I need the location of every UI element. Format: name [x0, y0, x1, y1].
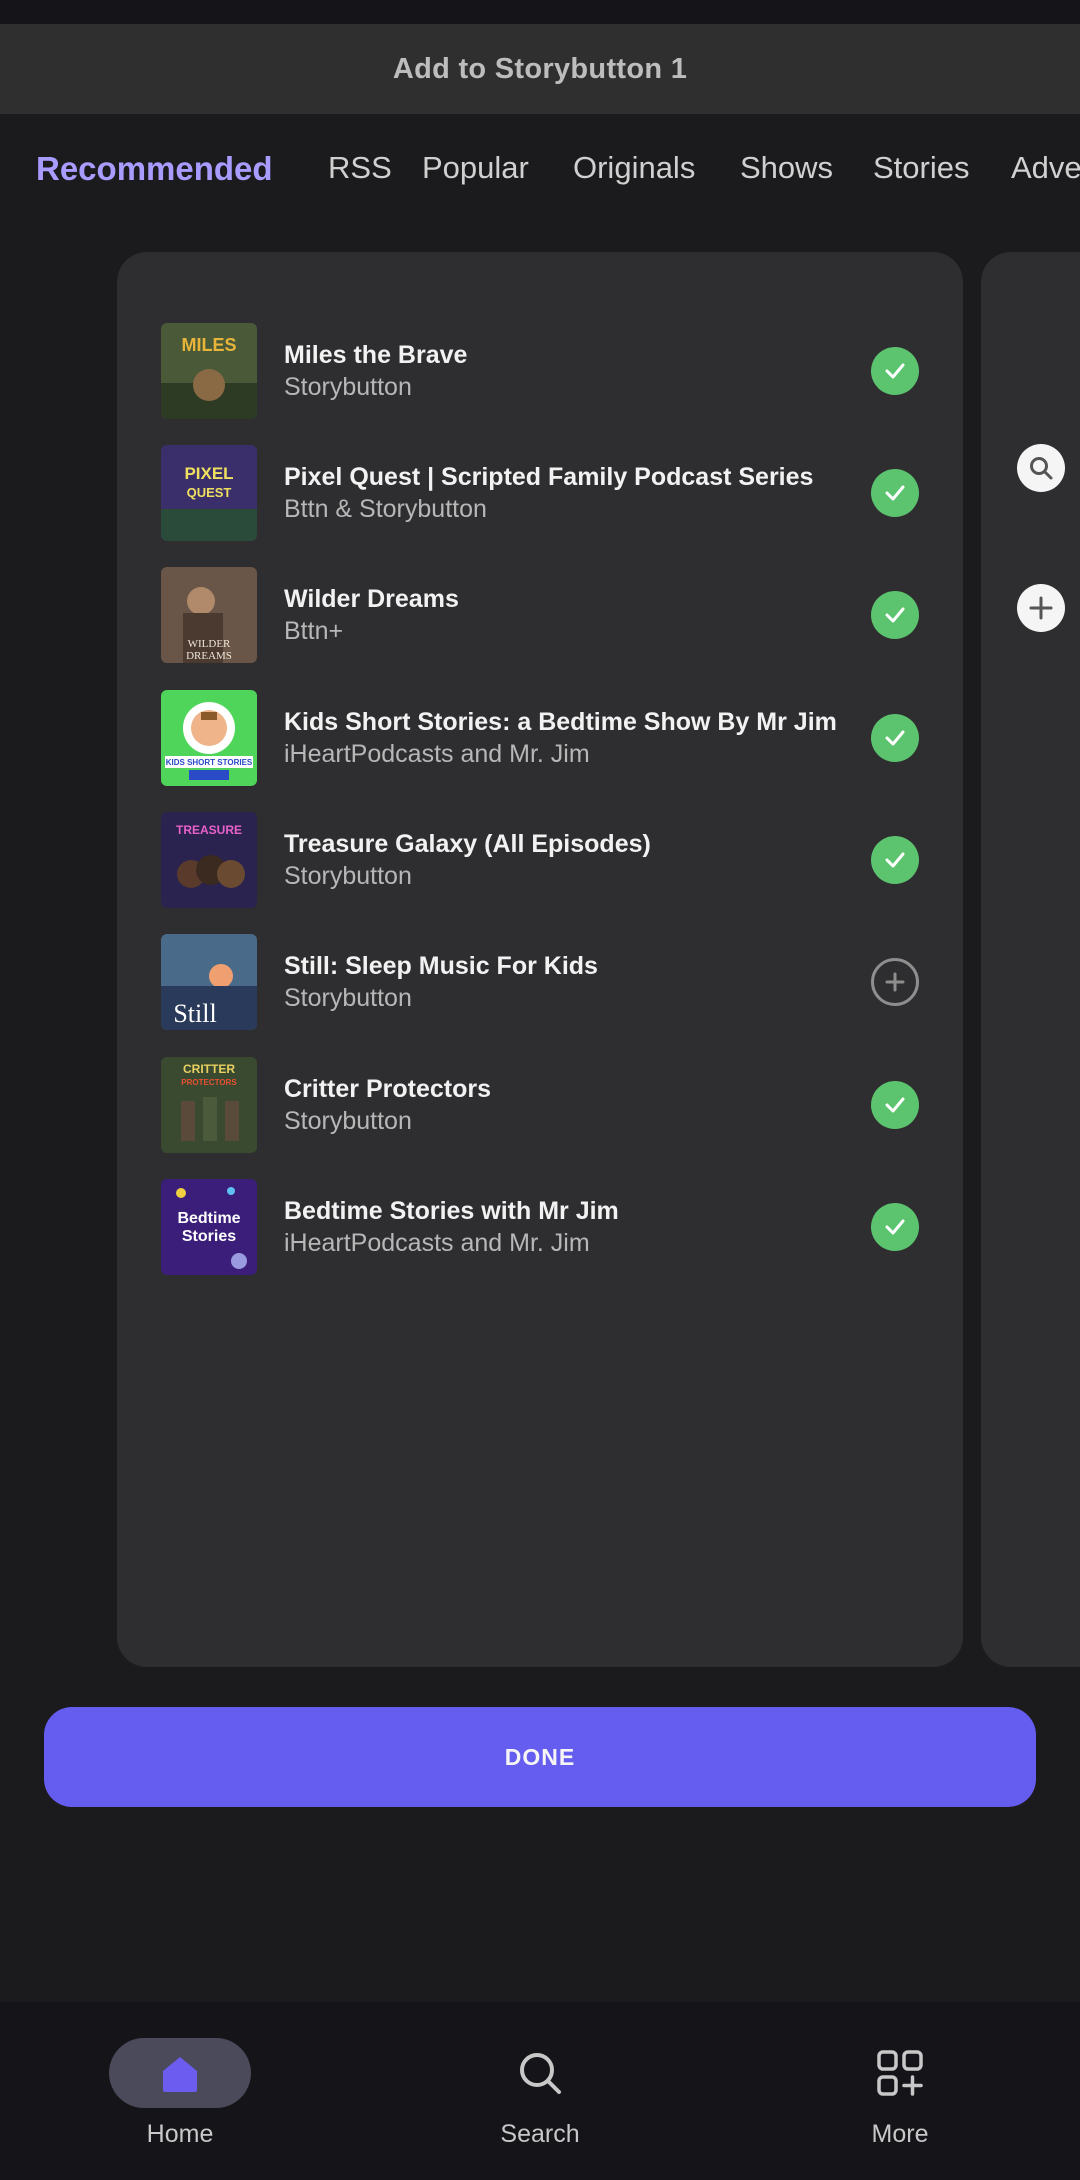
list-item[interactable]: Bedtime Stories Bedtime Stories with Mr …	[161, 1179, 931, 1275]
show-title: Bedtime Stories with Mr Jim	[284, 1197, 619, 1225]
nav-label: Search	[500, 2120, 580, 2148]
show-publisher: Storybutton	[284, 984, 412, 1012]
svg-text:KIDS SHORT STORIES: KIDS SHORT STORIES	[166, 758, 253, 767]
tab-shows[interactable]: Shows	[740, 150, 833, 186]
cover-art: MILES	[161, 323, 257, 419]
add-circle-icon[interactable]	[871, 958, 919, 1006]
added-check-icon[interactable]	[871, 469, 919, 517]
show-title: Critter Protectors	[284, 1075, 491, 1103]
nav-search[interactable]: Search	[430, 2038, 650, 2168]
list-item[interactable]: TREASURE Treasure Galaxy (All Episodes) …	[161, 812, 931, 908]
added-check-icon[interactable]	[871, 714, 919, 762]
show-title: Still: Sleep Music For Kids	[284, 952, 598, 980]
added-check-icon[interactable]	[871, 347, 919, 395]
nav-label: More	[871, 2120, 929, 2148]
added-check-icon[interactable]	[871, 836, 919, 884]
cover-art: WILDER DREAMS	[161, 567, 257, 663]
home-icon	[109, 2038, 251, 2108]
tab-stories[interactable]: Stories	[873, 150, 969, 186]
list-item[interactable]: Still Still: Sleep Music For Kids Storyb…	[161, 934, 931, 1030]
nav-home[interactable]: Home	[70, 2038, 290, 2168]
show-title: Miles the Brave	[284, 341, 468, 369]
cover-art: KIDS SHORT STORIES	[161, 690, 257, 786]
done-button[interactable]: DONE	[44, 1707, 1036, 1807]
search-icon	[469, 2038, 611, 2108]
show-publisher: Storybutton	[284, 1107, 412, 1135]
svg-text:WILDER: WILDER	[188, 638, 231, 650]
show-title: Kids Short Stories: a Bedtime Show By Mr…	[284, 708, 837, 736]
svg-text:PIXEL: PIXEL	[184, 464, 233, 483]
nav-label: Home	[146, 2120, 214, 2148]
cover-art: PIXEL QUEST	[161, 445, 257, 541]
show-publisher: iHeartPodcasts and Mr. Jim	[284, 740, 590, 768]
status-bar	[0, 0, 1080, 24]
list-item[interactable]: PIXEL QUEST Pixel Quest | Scripted Famil…	[161, 445, 931, 541]
show-title: Wilder Dreams	[284, 585, 459, 613]
show-publisher: iHeartPodcasts and Mr. Jim	[284, 1229, 590, 1257]
svg-text:QUEST: QUEST	[187, 485, 232, 500]
cover-art: Still	[161, 934, 257, 1030]
list-item[interactable]: MILES Miles the Brave Storybutton	[161, 323, 931, 419]
tab-recommended[interactable]: Recommended	[36, 150, 273, 188]
list-item[interactable]: CRITTER PROTECTORS Critter Protectors St…	[161, 1057, 931, 1153]
add-icon[interactable]	[1017, 584, 1065, 632]
tab-adventure[interactable]: Adve	[1011, 150, 1080, 186]
added-check-icon[interactable]	[871, 1203, 919, 1251]
page-title: Add to Storybutton 1	[392, 52, 688, 85]
tab-popular[interactable]: Popular	[422, 150, 529, 186]
cover-art: TREASURE	[161, 812, 257, 908]
added-check-icon[interactable]	[871, 591, 919, 639]
bottom-nav: Home Search More	[0, 2002, 1080, 2180]
added-check-icon[interactable]	[871, 1081, 919, 1129]
list-item[interactable]: KIDS SHORT STORIES Kids Short Stories: a…	[161, 690, 931, 786]
tab-rss[interactable]: RSS	[328, 150, 392, 186]
category-tabs[interactable]: Recommended RSS Popular Originals Shows …	[0, 114, 1080, 226]
svg-text:CRITTER: CRITTER	[183, 1062, 235, 1076]
search-icon[interactable]	[1017, 444, 1065, 492]
svg-text:PROTECTORS: PROTECTORS	[181, 1078, 237, 1087]
svg-text:MILES: MILES	[181, 335, 236, 355]
show-publisher: Storybutton	[284, 862, 412, 890]
nav-more[interactable]: More	[790, 2038, 1010, 2168]
show-title: Treasure Galaxy (All Episodes)	[284, 830, 651, 858]
svg-text:Stories: Stories	[182, 1228, 236, 1245]
show-publisher: Storybutton	[284, 373, 412, 401]
show-publisher: Bttn+	[284, 617, 344, 645]
list-item[interactable]: WILDER DREAMS Wilder Dreams Bttn+	[161, 567, 931, 663]
svg-text:Bedtime: Bedtime	[177, 1210, 240, 1227]
cover-art: Bedtime Stories	[161, 1179, 257, 1275]
header: Add to Storybutton 1	[0, 24, 1080, 114]
show-publisher: Bttn & Storybutton	[284, 495, 487, 523]
cover-art: CRITTER PROTECTORS	[161, 1057, 257, 1153]
show-title: Pixel Quest | Scripted Family Podcast Se…	[284, 463, 814, 491]
tab-originals[interactable]: Originals	[573, 150, 695, 186]
svg-text:Still: Still	[173, 999, 216, 1028]
svg-text:TREASURE: TREASURE	[176, 823, 242, 837]
svg-text:DREAMS: DREAMS	[186, 650, 232, 662]
more-apps-icon	[829, 2038, 971, 2108]
